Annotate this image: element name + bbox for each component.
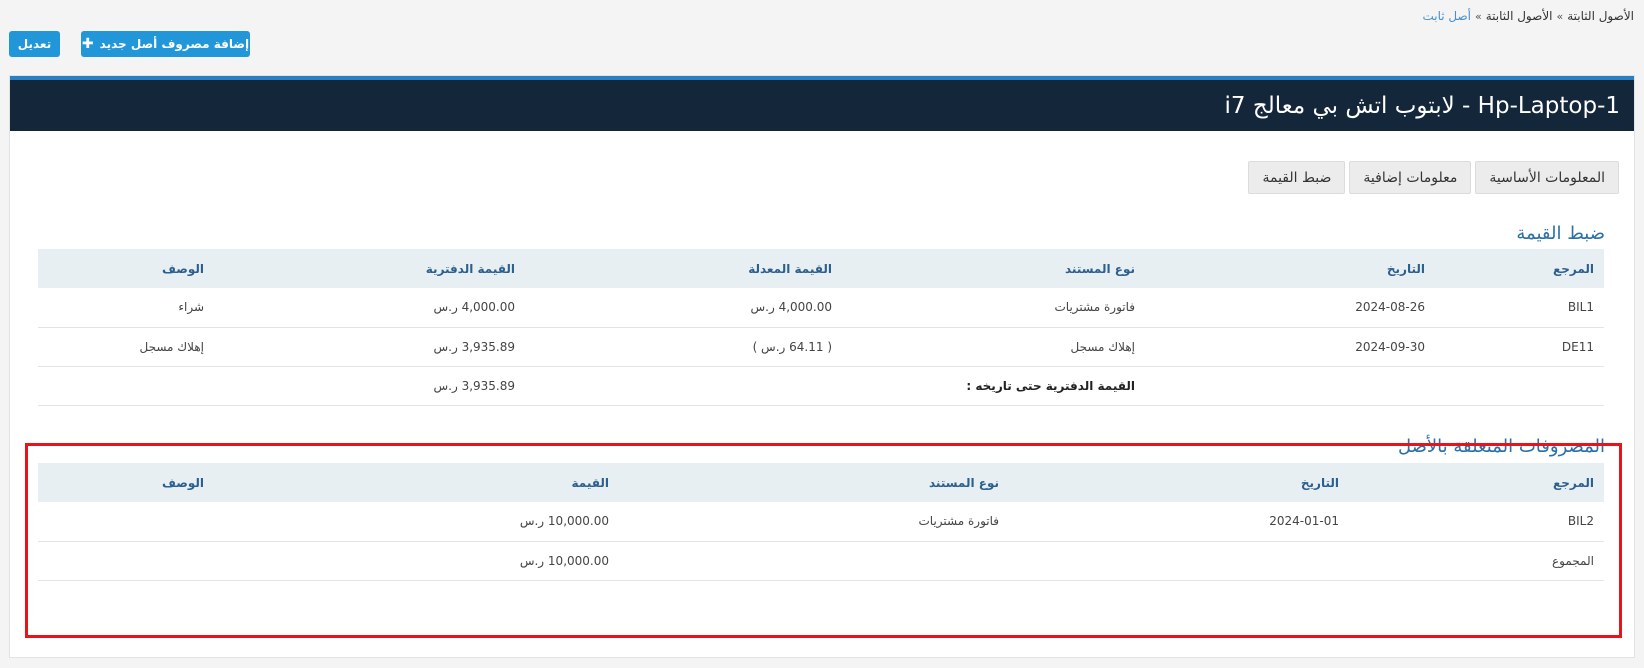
column-header: الوصف: [38, 463, 214, 502]
tab-value-adjustment[interactable]: ضبط القيمة: [1248, 161, 1346, 194]
breadcrumb-current-asset: أصل ثابت: [1422, 9, 1471, 23]
column-header: القيمة الدفترية: [214, 249, 525, 288]
description-cell: [38, 502, 214, 542]
breadcrumb: الأصول الثابتة » الأصول الثابتة » أصل ثا…: [1422, 9, 1634, 23]
column-header: نوع المستند: [619, 463, 1009, 502]
book-value-cell: 3,935.89 ر.س: [214, 327, 525, 367]
document-type-cell: فاتورة مشتريات: [842, 288, 1145, 328]
adjusted-value-cell: 4,000.00 ر.س: [525, 288, 842, 328]
breadcrumb-fixed-assets[interactable]: الأصول الثابتة: [1567, 9, 1634, 23]
add-asset-expense-label: إضافة مصروف أصل جديد: [99, 37, 250, 51]
book-value-cell: 4,000.00 ر.س: [214, 288, 525, 328]
breadcrumb-separator-icon: »: [1475, 9, 1482, 23]
related-expenses-table: المرجع التاريخ نوع المستند القيمة الوصف …: [38, 463, 1604, 581]
value-adjustment-table: المرجع التاريخ نوع المستند القيمة المعدل…: [38, 249, 1604, 406]
edit-label: تعديل: [17, 37, 52, 51]
table-row: BIL1 2024-08-26 فاتورة مشتريات 4,000.00 …: [38, 288, 1604, 328]
reference-cell[interactable]: BIL1: [1435, 288, 1604, 328]
total-label: المجموع: [1349, 541, 1604, 581]
column-header: المرجع: [1349, 463, 1604, 502]
tabs: المعلومات الأساسية معلومات إضافية ضبط ال…: [1248, 161, 1619, 194]
date-cell: 2024-01-01: [1009, 502, 1349, 542]
asset-title: Hp-Laptop-1 - لابتوب اتش بي معالج i7: [1224, 92, 1620, 119]
book-value-to-date-value: 3,935.89 ر.س: [214, 366, 525, 406]
document-type-cell: فاتورة مشتريات: [619, 502, 1009, 542]
total-value: 10,000.00 ر.س: [214, 541, 619, 581]
column-header: المرجع: [1435, 249, 1604, 288]
table-header-row: المرجع التاريخ نوع المستند القيمة المعدل…: [38, 249, 1604, 288]
column-header: التاريخ: [1145, 249, 1435, 288]
value-adjustment-title: ضبط القيمة: [1516, 223, 1605, 244]
book-value-to-date-label: القيمة الدفترية حتى تاريخه :: [842, 366, 1145, 406]
asset-panel: Hp-Laptop-1 - لابتوب اتش بي معالج i7 الم…: [9, 75, 1635, 658]
date-cell: 2024-08-26: [1145, 288, 1435, 328]
table-row: BIL2 2024-01-01 فاتورة مشتريات 10,000.00…: [38, 502, 1604, 542]
tab-basic-info[interactable]: المعلومات الأساسية: [1475, 161, 1619, 194]
edit-button[interactable]: تعديل: [9, 31, 60, 57]
panel-header: Hp-Laptop-1 - لابتوب اتش بي معالج i7: [10, 76, 1634, 131]
tab-additional-info[interactable]: معلومات إضافية: [1349, 161, 1472, 194]
table-row: DE11 2024-09-30 إهلاك مسجل ( 64.11 ر.س )…: [38, 327, 1604, 367]
reference-cell[interactable]: DE11: [1435, 327, 1604, 367]
table-header-row: المرجع التاريخ نوع المستند القيمة الوصف: [38, 463, 1604, 502]
date-cell: 2024-09-30: [1145, 327, 1435, 367]
value-cell: 10,000.00 ر.س: [214, 502, 619, 542]
column-header: القيمة: [214, 463, 619, 502]
related-expenses-title: المصروفات المتعلقة بالأصل: [1398, 436, 1605, 457]
description-cell: إهلاك مسجل: [38, 327, 214, 367]
breadcrumb-fixed-assets-list[interactable]: الأصول الثابتة: [1486, 9, 1553, 23]
plus-icon: ✚: [81, 36, 94, 52]
column-header: القيمة المعدلة: [525, 249, 842, 288]
column-header: الوصف: [38, 249, 214, 288]
description-cell: شراء: [38, 288, 214, 328]
table-footer-row: القيمة الدفترية حتى تاريخه : 3,935.89 ر.…: [38, 366, 1604, 406]
adjusted-value-cell: ( 64.11 ر.س ): [525, 327, 842, 367]
column-header: نوع المستند: [842, 249, 1145, 288]
reference-cell[interactable]: BIL2: [1349, 502, 1604, 542]
add-asset-expense-button[interactable]: إضافة مصروف أصل جديد ✚: [81, 31, 250, 57]
table-total-row: المجموع 10,000.00 ر.س: [38, 541, 1604, 581]
document-type-cell: إهلاك مسجل: [842, 327, 1145, 367]
column-header: التاريخ: [1009, 463, 1349, 502]
breadcrumb-separator-icon: »: [1556, 9, 1564, 23]
